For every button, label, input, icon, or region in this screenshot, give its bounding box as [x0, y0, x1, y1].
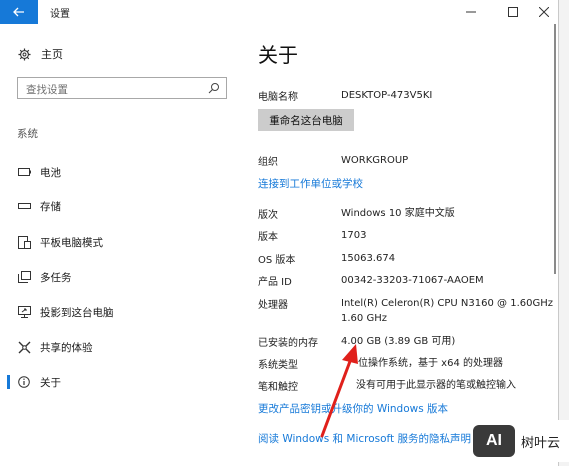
search-icon [208, 83, 219, 94]
spec-key: OS 版本 [258, 255, 296, 266]
sidebar-item-shared-experiences[interactable]: 共享的体验 [0, 336, 240, 358]
title-bar: 设置 [0, 0, 558, 24]
close-button[interactable] [529, 0, 558, 24]
tablet-mode-icon [17, 235, 31, 249]
storage-icon [17, 199, 31, 213]
gear-icon [17, 47, 31, 61]
minimize-icon [466, 11, 476, 13]
watermark-logo: AI 树叶云 [471, 420, 569, 462]
brand-name: 树叶云 [521, 435, 561, 451]
sidebar-item-label: 关于 [40, 376, 61, 389]
sidebar-item-tablet-mode[interactable]: 平板电脑模式 [0, 231, 240, 253]
settings-window: 设置 主页 查找设置 系统 电池 存储 平板电脑模式 多任务 投影到这台电脑 共… [0, 0, 559, 466]
close-icon [539, 7, 549, 17]
ai-logo-box: AI [473, 425, 515, 457]
battery-icon [17, 165, 31, 179]
vertical-scrollbar[interactable] [554, 24, 558, 274]
spec-key: 已安装的内存 [258, 338, 318, 349]
scrollbar-thumb[interactable] [554, 24, 556, 274]
search-placeholder: 查找设置 [26, 84, 68, 96]
sidebar-item-label: 投影到这台电脑 [40, 306, 114, 319]
spec-value: 00342-33203-71067-AAOEM [341, 275, 484, 286]
sidebar-item-label: 平板电脑模式 [40, 236, 103, 249]
sidebar-item-label: 共享的体验 [40, 341, 93, 354]
maximize-button[interactable] [498, 0, 528, 24]
sidebar-item-about[interactable]: 关于 [0, 371, 240, 393]
spec-key: 系统类型 [258, 360, 298, 371]
desktop-background [559, 0, 569, 466]
spec-value: 15063.674 [341, 253, 396, 264]
org-key: 组织 [258, 157, 278, 168]
pc-name-value: DESKTOP-473V5KI [341, 90, 433, 101]
sidebar-item-projecting[interactable]: 投影到这台电脑 [0, 301, 240, 323]
org-value: WORKGROUP [341, 155, 409, 166]
sidebar: 主页 查找设置 系统 电池 存储 平板电脑模式 多任务 投影到这台电脑 共享的体… [0, 24, 240, 466]
projecting-icon [17, 305, 31, 319]
change-product-key-link[interactable]: 更改产品密钥或升级你的 Windows 版本 [258, 401, 448, 416]
spec-key: 版本 [258, 232, 278, 243]
active-indicator [7, 375, 10, 389]
multitasking-icon [17, 270, 31, 284]
window-title: 设置 [50, 9, 70, 20]
sidebar-item-label: 电池 [40, 166, 61, 179]
maximize-icon [508, 7, 518, 17]
spec-key: 处理器 [258, 300, 288, 311]
home-label: 主页 [41, 48, 63, 61]
sidebar-item-battery[interactable]: 电池 [0, 161, 240, 183]
home-link[interactable]: 主页 [17, 46, 63, 62]
spec-value: Intel(R) Celeron(R) CPU N3160 @ 1.60GHz … [341, 298, 553, 324]
about-panel: 关于 电脑名称 DESKTOP-473V5KI 重命名这台电脑 组织 WORKG… [240, 24, 558, 466]
shared-experiences-icon [17, 340, 31, 354]
sidebar-item-multitasking[interactable]: 多任务 [0, 266, 240, 288]
spec-value: 没有可用于此显示器的笔或触控输入 [356, 380, 516, 391]
spec-value: 位操作系统，基于 x64 的处理器 [358, 358, 503, 369]
connect-work-school-link[interactable]: 连接到工作单位或学校 [258, 176, 363, 191]
sidebar-item-storage[interactable]: 存储 [0, 195, 240, 217]
spec-value: 1703 [341, 230, 367, 241]
spec-value: Windows 10 家庭中文版 [341, 208, 455, 219]
info-icon [17, 375, 31, 389]
pc-name-key: 电脑名称 [258, 92, 298, 103]
spec-value: 4.00 GB (3.89 GB 可用) [341, 336, 456, 347]
spec-key: 产品 ID [258, 277, 292, 288]
search-input[interactable]: 查找设置 [17, 77, 227, 99]
spec-key: 笔和触控 [258, 382, 298, 393]
minimize-button[interactable] [456, 0, 486, 24]
rename-pc-button[interactable]: 重命名这台电脑 [258, 109, 354, 131]
section-label-system: 系统 [17, 128, 38, 140]
sidebar-item-label: 存储 [40, 200, 61, 213]
back-button[interactable] [0, 0, 38, 24]
back-arrow-icon [13, 7, 24, 17]
page-title: 关于 [258, 43, 298, 67]
spec-key: 版次 [258, 210, 278, 221]
privacy-statement-link[interactable]: 阅读 Windows 和 Microsoft 服务的隐私声明 [258, 431, 471, 446]
sidebar-item-label: 多任务 [40, 271, 72, 284]
